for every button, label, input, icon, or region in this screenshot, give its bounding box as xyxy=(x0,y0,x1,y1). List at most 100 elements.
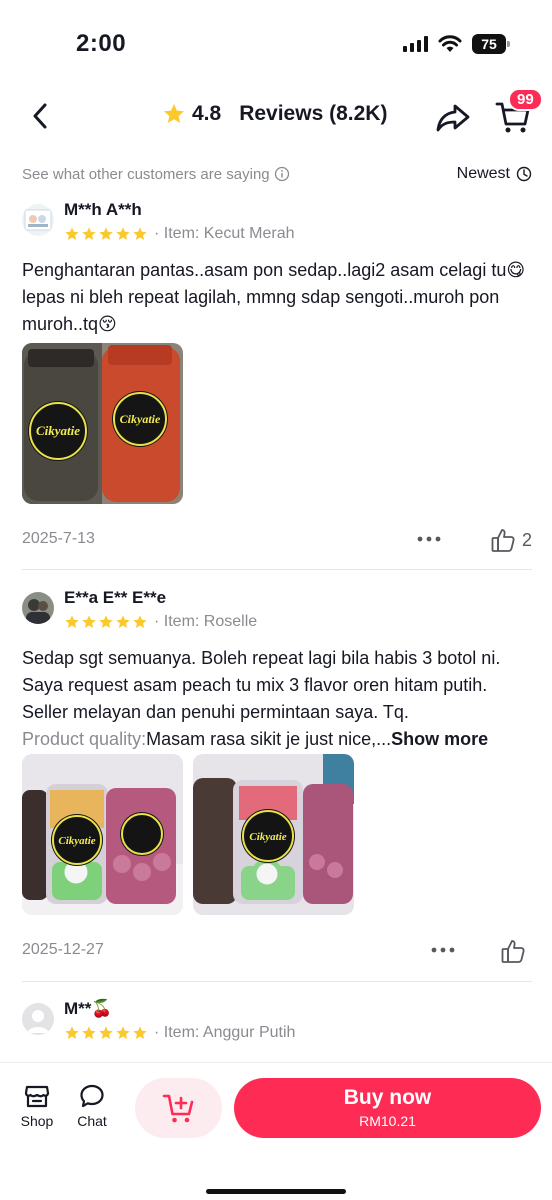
jar-label-text: Cikyatie xyxy=(249,831,286,843)
reviewer-name: E**a E** E**e xyxy=(64,588,167,607)
like-button[interactable] xyxy=(500,938,532,964)
star-icon xyxy=(82,615,96,628)
chat-label: Chat xyxy=(77,1113,107,1129)
status-icons: 75 xyxy=(403,34,510,54)
review-text-block: Sedap sgt semuanya. Boleh repeat lagi bi… xyxy=(22,645,534,753)
review-meta: · Item: Anggur Putih xyxy=(64,1024,295,1042)
wifi-icon xyxy=(438,35,462,52)
default-avatar-icon xyxy=(22,1003,54,1035)
show-more-link[interactable]: Show more xyxy=(391,729,488,749)
divider xyxy=(22,981,532,982)
review-item-variant: · Item: Anggur Putih xyxy=(154,1024,296,1041)
sort-label: Newest xyxy=(456,165,510,182)
jar-label-text: Cikyatie xyxy=(58,835,95,847)
divider xyxy=(22,569,532,570)
add-to-cart-icon xyxy=(162,1094,193,1123)
review-header: M**h A**h · Item: Kecut Merah xyxy=(22,200,532,250)
review-photo[interactable]: Cikyatie Cikyatie xyxy=(22,343,183,504)
avatar[interactable] xyxy=(22,1003,54,1035)
review-text: Penghantaran pantas..asam pon sedap..lag… xyxy=(22,260,526,334)
review-footer: 2025-7-13 2 xyxy=(22,527,532,553)
review-header: E**a E** E**e · Item: Roselle xyxy=(22,588,532,638)
star-icon xyxy=(99,1026,113,1039)
status-time: 2:00 xyxy=(76,30,127,57)
star-icon xyxy=(99,227,113,240)
star-rating xyxy=(64,614,148,630)
star-icon xyxy=(116,615,130,628)
product-quality-line: Product quality:Masam rasa sikit je just… xyxy=(22,726,534,753)
buy-now-label: Buy now xyxy=(343,1086,432,1109)
buy-now-button[interactable]: Buy now RM10.21 xyxy=(234,1078,541,1138)
thumbs-up-icon xyxy=(501,940,525,963)
more-options-button[interactable] xyxy=(416,529,442,549)
info-icon xyxy=(274,166,289,182)
shop-icon xyxy=(24,1085,50,1108)
more-options-button[interactable] xyxy=(430,940,456,960)
shop-label: Shop xyxy=(20,1113,54,1129)
back-button[interactable] xyxy=(22,98,58,134)
reviews-subheader: See what other customers are saying Newe… xyxy=(22,162,532,186)
product-quality-label: Product quality: xyxy=(22,729,147,749)
star-icon xyxy=(133,227,147,240)
status-bar: 2:00 75 xyxy=(0,0,552,80)
review-photo[interactable]: Cikyatie xyxy=(22,754,183,915)
add-to-cart-button[interactable] xyxy=(135,1078,222,1138)
clock-icon xyxy=(516,166,532,182)
star-icon xyxy=(65,1026,79,1039)
more-dots-icon xyxy=(417,536,441,542)
star-icon xyxy=(82,1026,96,1039)
avatar[interactable] xyxy=(22,204,54,236)
average-rating: 4.8 xyxy=(192,102,222,125)
review-item-variant: · Item: Kecut Merah xyxy=(154,225,295,242)
sort-button[interactable]: Newest xyxy=(457,165,532,183)
star-icon xyxy=(116,1026,130,1039)
like-count: 2 xyxy=(521,529,532,550)
star-icon xyxy=(133,615,147,628)
rating-summary: 4.8 Reviews (8.2K) xyxy=(162,102,387,126)
chevron-left-icon xyxy=(33,103,47,129)
share-button[interactable] xyxy=(434,98,472,136)
reviews-title: Reviews (8.2K) xyxy=(239,102,388,125)
review-item-variant: · Item: Roselle xyxy=(154,613,258,630)
review-meta: · Item: Roselle xyxy=(64,613,257,631)
review-meta: · Item: Kecut Merah xyxy=(64,225,295,243)
customers-saying-info[interactable]: See what other customers are saying xyxy=(22,166,290,183)
star-icon xyxy=(65,227,79,240)
star-icon xyxy=(133,1026,147,1039)
battery-icon: 75 xyxy=(472,34,510,54)
star-rating xyxy=(64,1025,148,1041)
shop-button[interactable]: Shop xyxy=(10,1083,64,1129)
jar-label-text: Cikyatie xyxy=(36,423,80,438)
more-dots-icon xyxy=(431,947,455,953)
header: 4.8 Reviews (8.2K) xyxy=(0,86,552,146)
like-button[interactable]: 2 xyxy=(490,527,532,553)
reviewer-name: M**h A**h xyxy=(64,200,142,219)
battery-level: 75 xyxy=(481,36,497,52)
review-date: 2025-12-27 xyxy=(22,941,104,958)
jar-label-text: Cikyatie xyxy=(120,412,161,426)
product-quality-text: Masam rasa sikit je just nice,... xyxy=(146,729,392,749)
thumbs-up-icon xyxy=(491,529,515,552)
star-icon xyxy=(65,615,79,628)
review-photo[interactable]: Cikyatie xyxy=(193,754,354,915)
chat-icon xyxy=(80,1084,104,1108)
review-date: 2025-7-13 xyxy=(22,530,95,547)
star-icon xyxy=(82,227,96,240)
home-indicator xyxy=(206,1189,346,1194)
cart-count-badge: 99 xyxy=(508,88,543,111)
review-text: Sedap sgt semuanya. Boleh repeat lagi bi… xyxy=(22,648,501,722)
cellular-signal-icon xyxy=(403,36,428,52)
avatar[interactable] xyxy=(22,592,54,624)
star-icon xyxy=(164,104,184,123)
buy-now-price: RM10.21 xyxy=(359,1113,416,1129)
review-header: M**🍒 · Item: Anggur Putih xyxy=(22,999,532,1049)
chat-button[interactable]: Chat xyxy=(65,1083,119,1129)
reviewer-name: M**🍒 xyxy=(64,999,113,1018)
customers-saying-label: See what other customers are saying xyxy=(22,165,270,183)
share-icon xyxy=(436,104,470,132)
bottom-action-bar: Shop Chat Buy now RM10.21 xyxy=(0,1062,552,1200)
review-footer: 2025-12-27 xyxy=(22,938,532,964)
star-icon xyxy=(116,227,130,240)
star-rating xyxy=(64,226,148,242)
star-icon xyxy=(99,615,113,628)
